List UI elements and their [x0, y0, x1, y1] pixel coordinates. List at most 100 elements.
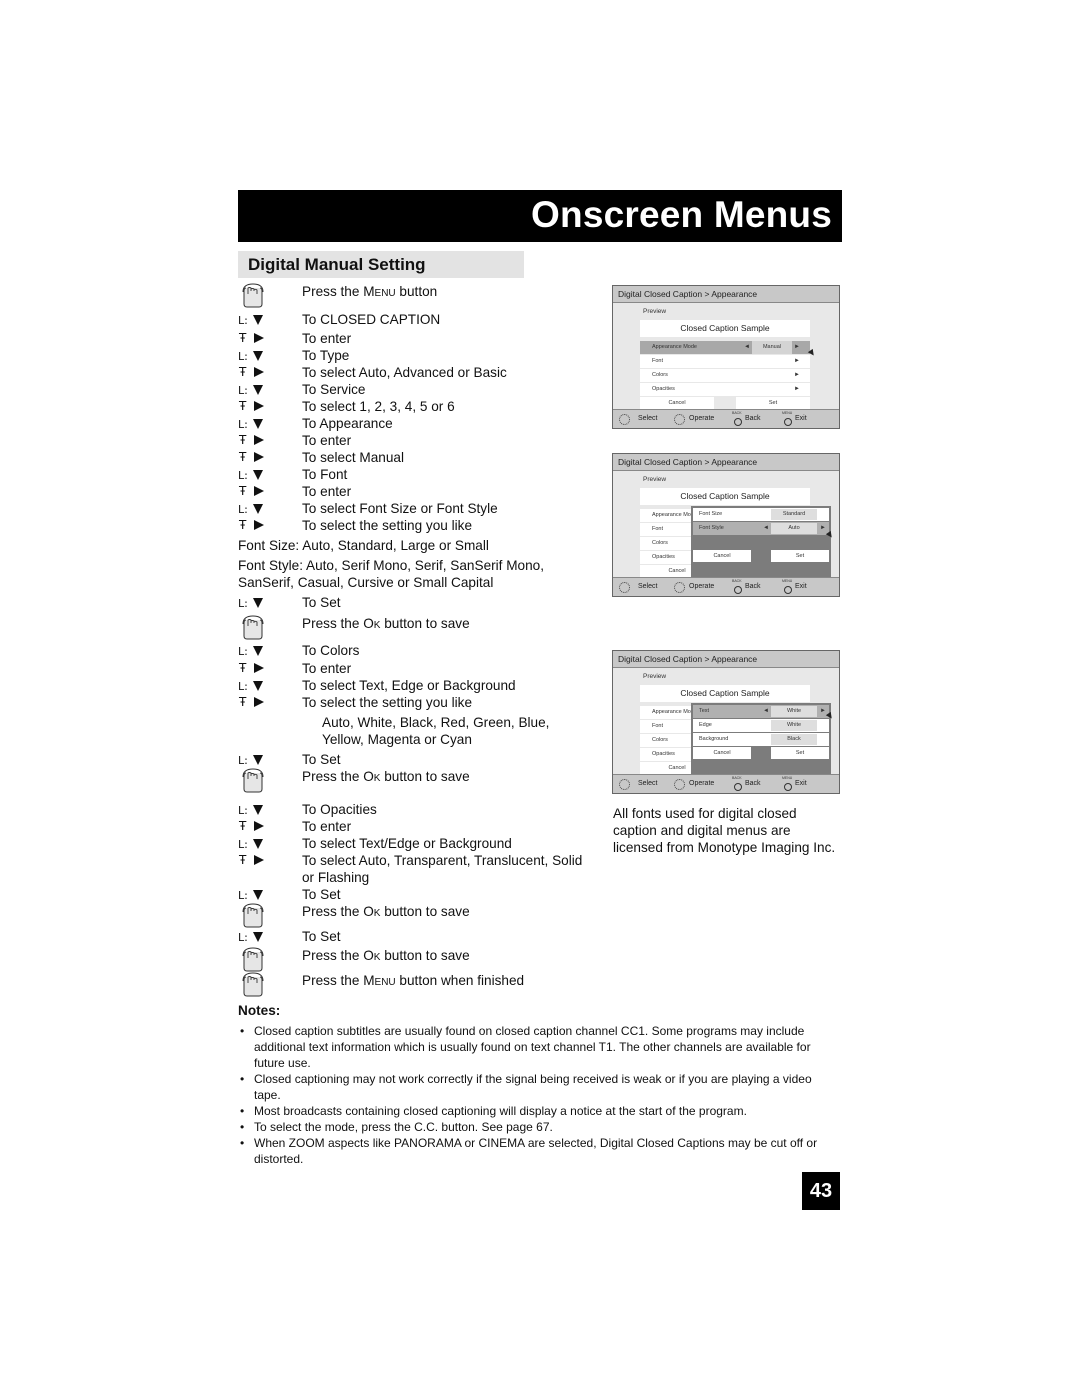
popup-cancel-button[interactable]: Cancel	[693, 550, 751, 562]
popup-row-label: Font Style	[699, 525, 724, 531]
right-arrow-key-icon: Ŧ	[238, 660, 278, 677]
bullet-icon: •	[240, 1120, 245, 1134]
footer-operate-label: Operate	[689, 583, 715, 590]
note-item: • Most broadcasts containing closed capti…	[238, 1103, 838, 1119]
preview-label: Preview	[643, 308, 667, 315]
preview-label: Preview	[643, 476, 667, 483]
page-number: 43	[802, 1172, 840, 1210]
step-text: To enter	[302, 331, 352, 346]
popup-row-label: Edge	[699, 722, 712, 728]
instruction-step: Press the Ok button to save	[238, 903, 608, 928]
footer-select-label: Select	[638, 780, 658, 787]
menu-row[interactable]: Font ►	[640, 355, 810, 368]
right-arrow-key-icon: Ŧ	[238, 818, 278, 835]
down-arrow-key-icon: L:	[238, 415, 278, 432]
instruction-step: Ŧ To enter	[238, 660, 608, 677]
note-text: Closed captioning may not work correctly…	[254, 1072, 812, 1102]
footer-exit-label: Exit	[795, 780, 807, 787]
step-text: To select the setting you like	[302, 518, 473, 533]
step-text: To Set	[302, 752, 341, 767]
dpad-select-icon	[619, 779, 630, 790]
caption-sample: Closed Caption Sample	[640, 320, 810, 337]
press-button-hand-icon	[238, 768, 278, 793]
menu-key-caption: MENU	[782, 411, 793, 415]
down-arrow-key-icon: L:	[238, 928, 278, 945]
step-text: To enter	[302, 661, 352, 676]
back-key-caption: BACK	[732, 579, 742, 583]
note-text: When ZOOM aspects like PANORAMA or CINEM…	[254, 1136, 818, 1166]
button-name: Menu	[363, 284, 396, 299]
cancel-button[interactable]: Cancel	[640, 397, 714, 409]
instruction-step: L: To Service	[238, 381, 608, 398]
menu-breadcrumb: Digital Closed Caption > Appearance	[613, 286, 839, 303]
set-button[interactable]: Set	[736, 397, 810, 409]
popup-row-value: White	[771, 720, 817, 731]
color-options: Auto, White, Black, Red, Green, Blue,	[322, 715, 550, 730]
step-text-post: button to save	[380, 904, 470, 919]
popup-set-button[interactable]: Set	[771, 747, 829, 759]
back-key-caption: BACK	[732, 776, 742, 780]
note-text: Closed caption subtitles are usually fou…	[254, 1024, 811, 1070]
right-arrow-key-icon: Ŧ	[238, 517, 278, 534]
down-arrow-key-icon: L:	[238, 886, 278, 903]
press-button-hand-icon	[238, 972, 278, 997]
step-text-pre: Press the	[302, 948, 364, 963]
section-title: Digital Manual Setting	[248, 255, 426, 274]
caption-sample: Closed Caption Sample	[640, 488, 810, 505]
button-name: Ok	[363, 769, 381, 784]
step-text: Press the Menu button when finished	[302, 972, 524, 989]
menu-row-value: Manual	[752, 341, 792, 354]
instruction-step: Ŧ To enter	[238, 818, 608, 835]
menu-row[interactable]: Colors ►	[640, 369, 810, 382]
instruction-step: L: To select Text, Edge or Background	[238, 677, 608, 694]
down-arrow-key-icon: L:	[238, 381, 278, 398]
popup-row[interactable]: Font Size Standard	[693, 508, 829, 521]
font-style-options: Font Style: Auto, Serif Mono, Serif, San…	[238, 558, 545, 573]
settings-popup: Text ◄ White ► Edge White Background Black Cance…	[691, 703, 831, 776]
right-arrow-icon: ►	[820, 525, 826, 531]
instruction-step: Ŧ To select 1, 2, 3, 4, 5 or 6	[238, 398, 608, 415]
note-item: • When ZOOM aspects like PANORAMA or CINE…	[238, 1135, 838, 1167]
caption-sample: Closed Caption Sample	[640, 685, 810, 702]
bullet-icon: •	[240, 1024, 245, 1038]
instruction-step: L: To Set	[238, 594, 608, 611]
exit-button-icon	[784, 783, 792, 791]
step-text: To select Text, Edge or Background	[302, 678, 516, 693]
instruction-step: L: To Set	[238, 928, 608, 945]
popup-set-button[interactable]: Set	[771, 550, 829, 562]
footer-select-label: Select	[638, 583, 658, 590]
menu-row-label: Colors	[652, 540, 668, 546]
footer-back-label: Back	[745, 583, 761, 590]
step-text-pre: Press the	[302, 973, 364, 988]
popup-row[interactable]: Edge White	[693, 719, 829, 732]
step-text-post: button to save	[380, 616, 470, 631]
instruction-step: Ŧ To enter	[238, 432, 608, 449]
dpad-select-icon	[619, 582, 630, 593]
popup-row-value: Auto	[771, 523, 817, 534]
menu-row[interactable]: Opacities ►	[640, 383, 810, 396]
popup-row[interactable]: Text ◄ White ►	[693, 705, 829, 718]
press-button-hand-icon	[238, 283, 278, 308]
right-arrow-key-icon: Ŧ	[238, 432, 278, 449]
instruction-step: Ŧ To select Auto, Transparent, Translucen…	[238, 852, 608, 869]
down-arrow-key-icon: L:	[238, 751, 278, 768]
bullet-icon: •	[240, 1136, 245, 1150]
instruction-step: Press the Ok button to save	[238, 768, 608, 793]
down-arrow-key-icon: L:	[238, 311, 278, 328]
instruction-step: Ŧ To enter	[238, 330, 608, 347]
tv-menu-screen: Digital Closed Caption > Appearance Previ…	[612, 453, 840, 597]
down-arrow-key-icon: L:	[238, 347, 278, 364]
screen-footer: Select Operate BACK Back MENU Exit	[613, 577, 839, 596]
step-text: To select Manual	[302, 450, 405, 465]
menu-row[interactable]: Appearance Mode ◄ Manual ►	[640, 341, 810, 354]
popup-row-label: Background	[699, 736, 729, 742]
instruction-step: L: To Set	[238, 886, 608, 903]
popup-row[interactable]: Font Style ◄ Auto ►	[693, 522, 829, 535]
step-text-post: button to save	[380, 769, 470, 784]
popup-cancel-button[interactable]: Cancel	[693, 747, 751, 759]
back-button-icon	[734, 418, 742, 426]
font-style-options: SanSerif, Casual, Cursive or Small Capit…	[238, 575, 494, 590]
popup-row[interactable]: Background Black	[693, 733, 829, 746]
menu-breadcrumb: Digital Closed Caption > Appearance	[613, 454, 839, 471]
dpad-operate-icon	[674, 779, 685, 790]
